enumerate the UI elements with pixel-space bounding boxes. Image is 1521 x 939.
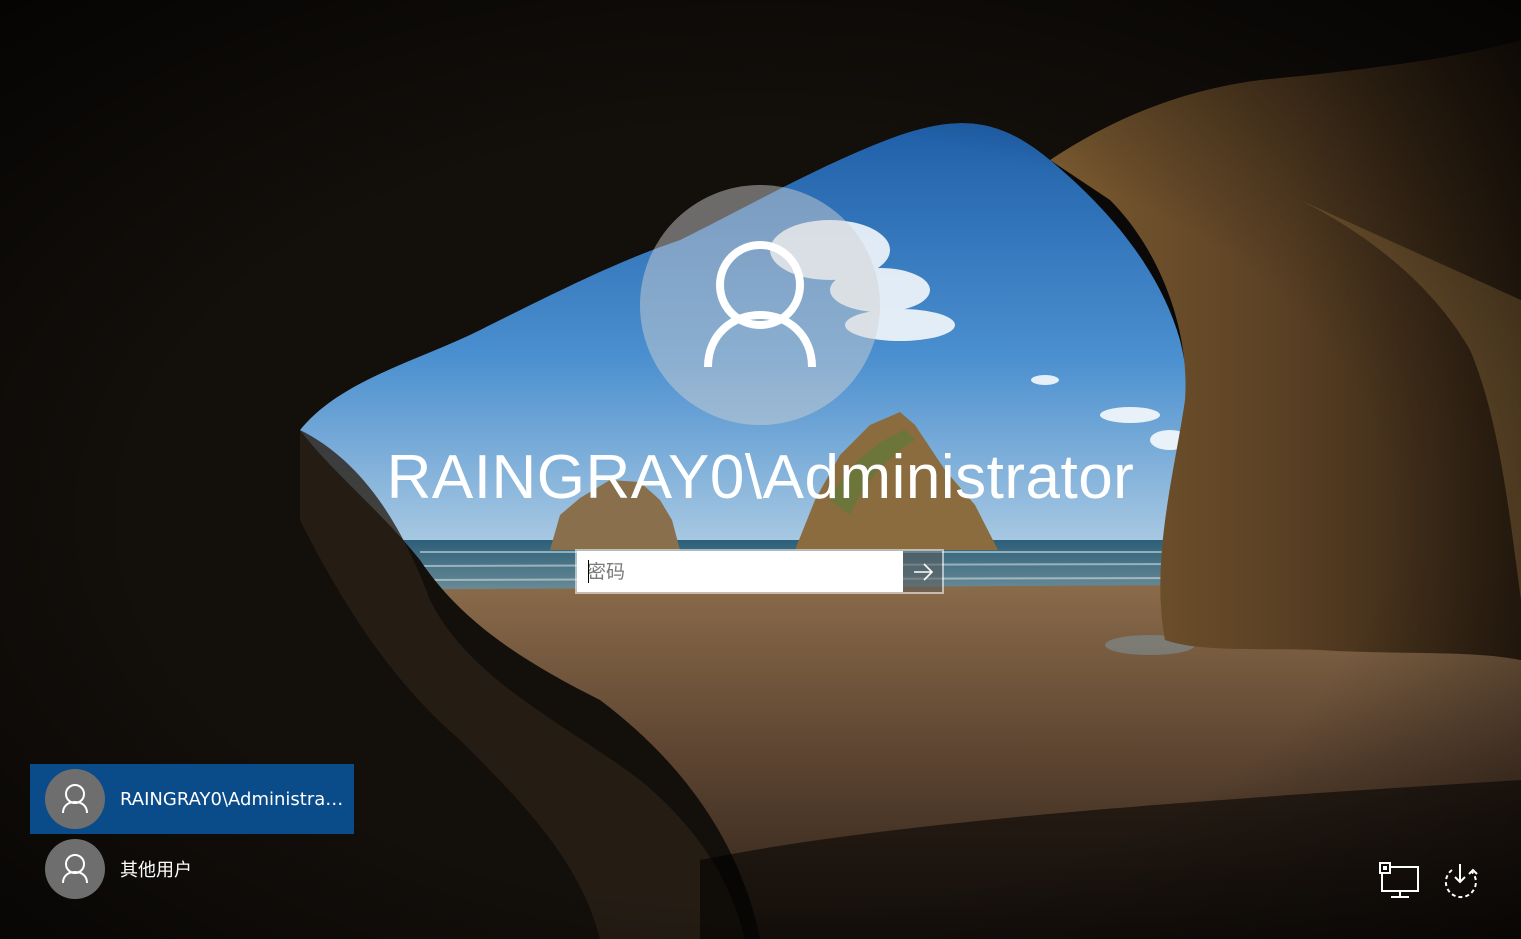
password-input[interactable] <box>577 551 903 592</box>
user-tile-label: RAINGRAY0\Administrator <box>120 788 345 810</box>
user-avatar <box>640 185 880 425</box>
password-box <box>575 549 944 594</box>
text-caret <box>588 560 589 583</box>
account-name: RAINGRAY0\Administrator <box>386 443 1135 512</box>
submit-button[interactable] <box>903 551 942 592</box>
user-tile-other-user[interactable]: 其他用户 <box>30 834 354 904</box>
power-icon <box>1444 864 1478 899</box>
user-tile-administrator[interactable]: RAINGRAY0\Administrator <box>30 764 354 834</box>
avatar <box>45 839 105 899</box>
user-icon <box>62 854 88 884</box>
avatar <box>45 769 105 829</box>
power-button[interactable] <box>1438 860 1482 904</box>
network-button[interactable] <box>1378 860 1422 904</box>
arrow-right-icon <box>913 562 933 581</box>
user-icon <box>704 241 816 368</box>
user-icon <box>62 784 88 814</box>
network-display-icon <box>1379 862 1419 898</box>
user-tile-label: 其他用户 <box>120 860 192 881</box>
